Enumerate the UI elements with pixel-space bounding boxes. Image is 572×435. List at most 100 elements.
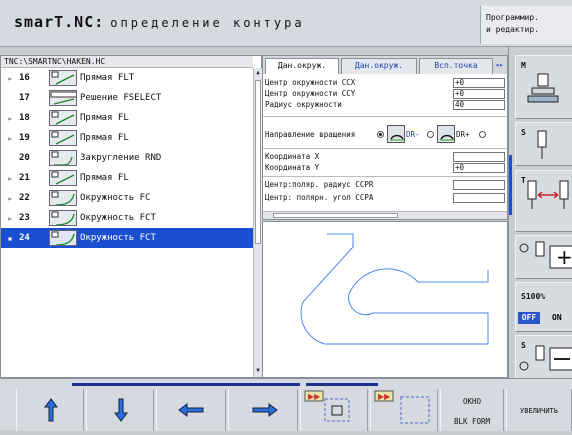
form-tabs: Дан.окруж. Дан.окруж. Всп.точка ◂▸ [263, 56, 507, 74]
expand-icon[interactable]: ▹ [1, 174, 19, 183]
page-forward-icon: ▶▶ [374, 390, 430, 424]
expand-icon[interactable]: ▹ [1, 214, 19, 223]
app-title: smarT.NC: определение контура [14, 13, 305, 31]
on-toggle[interactable]: ON [552, 313, 562, 322]
expand-icon[interactable]: ▹ [1, 114, 19, 123]
radio-dr-minus[interactable] [377, 131, 384, 138]
mode-line-2: и редактир. [486, 25, 539, 34]
contour-graphic [262, 221, 508, 378]
spindle-plus-key[interactable]: + [515, 235, 572, 279]
field-input-ccpr[interactable] [453, 180, 505, 190]
t-tool-key[interactable]: T [515, 170, 572, 232]
program-block-row[interactable]: 20 Закругление RND [1, 148, 253, 168]
line-icon [49, 110, 77, 126]
expand-icon[interactable]: ▹ [1, 194, 19, 203]
arrow-left-icon [178, 403, 204, 417]
program-block-row[interactable]: ▹ 22 Окружность FC [1, 188, 253, 208]
page-forward-button[interactable]: ▶▶ [370, 389, 438, 431]
machine-table-icon [527, 73, 559, 103]
spindle-minus-key[interactable]: S [515, 335, 572, 379]
block-label: Решение FSELECT [80, 93, 162, 103]
program-block-row[interactable]: 17 Решение FSELECT [1, 88, 253, 108]
field-input-x[interactable] [453, 152, 505, 162]
field-label-ccpa: Центр: полярн. угол CCPA [265, 193, 374, 202]
block-label: Прямая FL [80, 173, 129, 183]
expand-icon[interactable]: ▹ [1, 74, 19, 83]
header: smarT.NC: определение контура Программир.… [0, 0, 572, 47]
spindle-minus-icon [519, 345, 572, 371]
fselect-icon [49, 90, 77, 106]
field-label-radius: Радиус окружности [265, 100, 342, 109]
scroll-up-arrow-icon[interactable]: ▲ [254, 68, 262, 77]
arrow-down-button[interactable] [86, 389, 154, 431]
expand-icon[interactable]: ▪ [1, 234, 19, 243]
field-label-y: Координата Y [265, 163, 320, 172]
block-label: Прямая FLT [80, 73, 135, 83]
block-label: Окружность FCT [80, 233, 156, 243]
program-scrollbar[interactable]: ▲ ▼ [253, 68, 262, 377]
expand-icon[interactable]: ▹ [1, 134, 19, 143]
zoom-label: УВЕЛИЧИТЬ [520, 407, 558, 415]
field-input-ccx[interactable]: +0 [453, 78, 505, 88]
arc-icon [49, 210, 77, 226]
screen-title: определение контура [110, 16, 305, 30]
program-block-row[interactable]: ▪ 24 Окружность FCT [1, 228, 253, 248]
program-block-row[interactable]: ▹ 16 Прямая FLT [1, 68, 253, 88]
zoom-button[interactable]: УВЕЛИЧИТЬ [506, 389, 572, 431]
radio-dr-plus[interactable] [427, 131, 434, 138]
blk-form-window-button[interactable]: ОКНО BLK FORM [440, 389, 504, 431]
arc-icon [49, 190, 77, 206]
tab-scroll-arrows-icon[interactable]: ◂▸ [495, 58, 507, 72]
tab-circle-data-2[interactable]: Дан.окруж. [341, 58, 417, 74]
scroll-thumb[interactable] [255, 80, 261, 244]
block-label: Прямая FL [80, 133, 129, 143]
svg-text:+: + [556, 245, 572, 269]
arrow-up-icon [44, 398, 58, 422]
program-block-row[interactable]: ▹ 21 Прямая FL [1, 168, 253, 188]
field-input-radius[interactable]: 40 [453, 100, 505, 110]
form-scroll-thumb[interactable] [273, 213, 398, 218]
rotation-direction-row: Направление вращения DR- DR+ [265, 123, 507, 147]
program-block-row[interactable]: ▹ 23 Окружность FCT [1, 208, 253, 228]
line-icon [49, 130, 77, 146]
divider [263, 176, 507, 177]
direction-label: Направление вращения [265, 130, 356, 139]
arrow-up-button[interactable] [16, 389, 84, 431]
field-input-ccpa[interactable] [453, 193, 505, 203]
block-label: Закругление RND [80, 153, 162, 163]
block-number: 18 [19, 113, 30, 123]
tab-aux-point[interactable]: Всп.точка [419, 58, 493, 74]
line-icon [49, 70, 77, 86]
feed-percent: S100% [521, 292, 546, 301]
s-spindle-key[interactable]: S [515, 122, 572, 166]
off-toggle[interactable]: OFF [518, 312, 540, 324]
form-panel: Дан.окруж. Дан.окруж. Всп.точка ◂▸ Центр… [262, 55, 508, 220]
field-input-ccy[interactable]: +0 [453, 89, 505, 99]
page-back-icon: ▶▶ [304, 390, 350, 422]
block-number: 20 [19, 153, 30, 163]
spindle-plus-icon: + [519, 241, 572, 269]
program-tree-panel: TNC:\SMARTNC\HAKEN.HC ▹ 16 Прямая FLT 17 Реш… [0, 55, 262, 378]
contour-drawing [300, 233, 489, 345]
dr-minus-label: DR- [406, 130, 420, 139]
divider [263, 116, 507, 117]
feed-override-key[interactable]: S100% OFF ON [515, 282, 572, 332]
radio-dr-none[interactable] [479, 131, 486, 138]
blk-form-label: BLK FORM [453, 417, 491, 426]
tab-circle-data-1[interactable]: Дан.окруж. [265, 58, 339, 74]
dr-minus-icon [387, 125, 405, 143]
program-block-row[interactable]: ▹ 18 Прямая FL [1, 108, 253, 128]
operating-mode-box: Программир. и редактир. [480, 6, 572, 44]
block-label: Окружность FCT [80, 213, 156, 223]
field-input-y[interactable]: +0 [453, 163, 505, 173]
spindle-icon [537, 130, 547, 159]
block-number: 24 [19, 233, 30, 243]
page-back-button[interactable]: ▶▶ [300, 389, 368, 431]
scroll-down-arrow-icon[interactable]: ▼ [254, 366, 262, 375]
app-name: smarT.NC: [14, 13, 105, 31]
form-horizontal-scrollbar[interactable] [263, 211, 507, 219]
arrow-left-button[interactable] [156, 389, 226, 431]
arrow-right-button[interactable] [228, 389, 298, 431]
program-block-row[interactable]: ▹ 19 Прямая FL [1, 128, 253, 148]
m-function-key[interactable]: M [515, 55, 572, 119]
